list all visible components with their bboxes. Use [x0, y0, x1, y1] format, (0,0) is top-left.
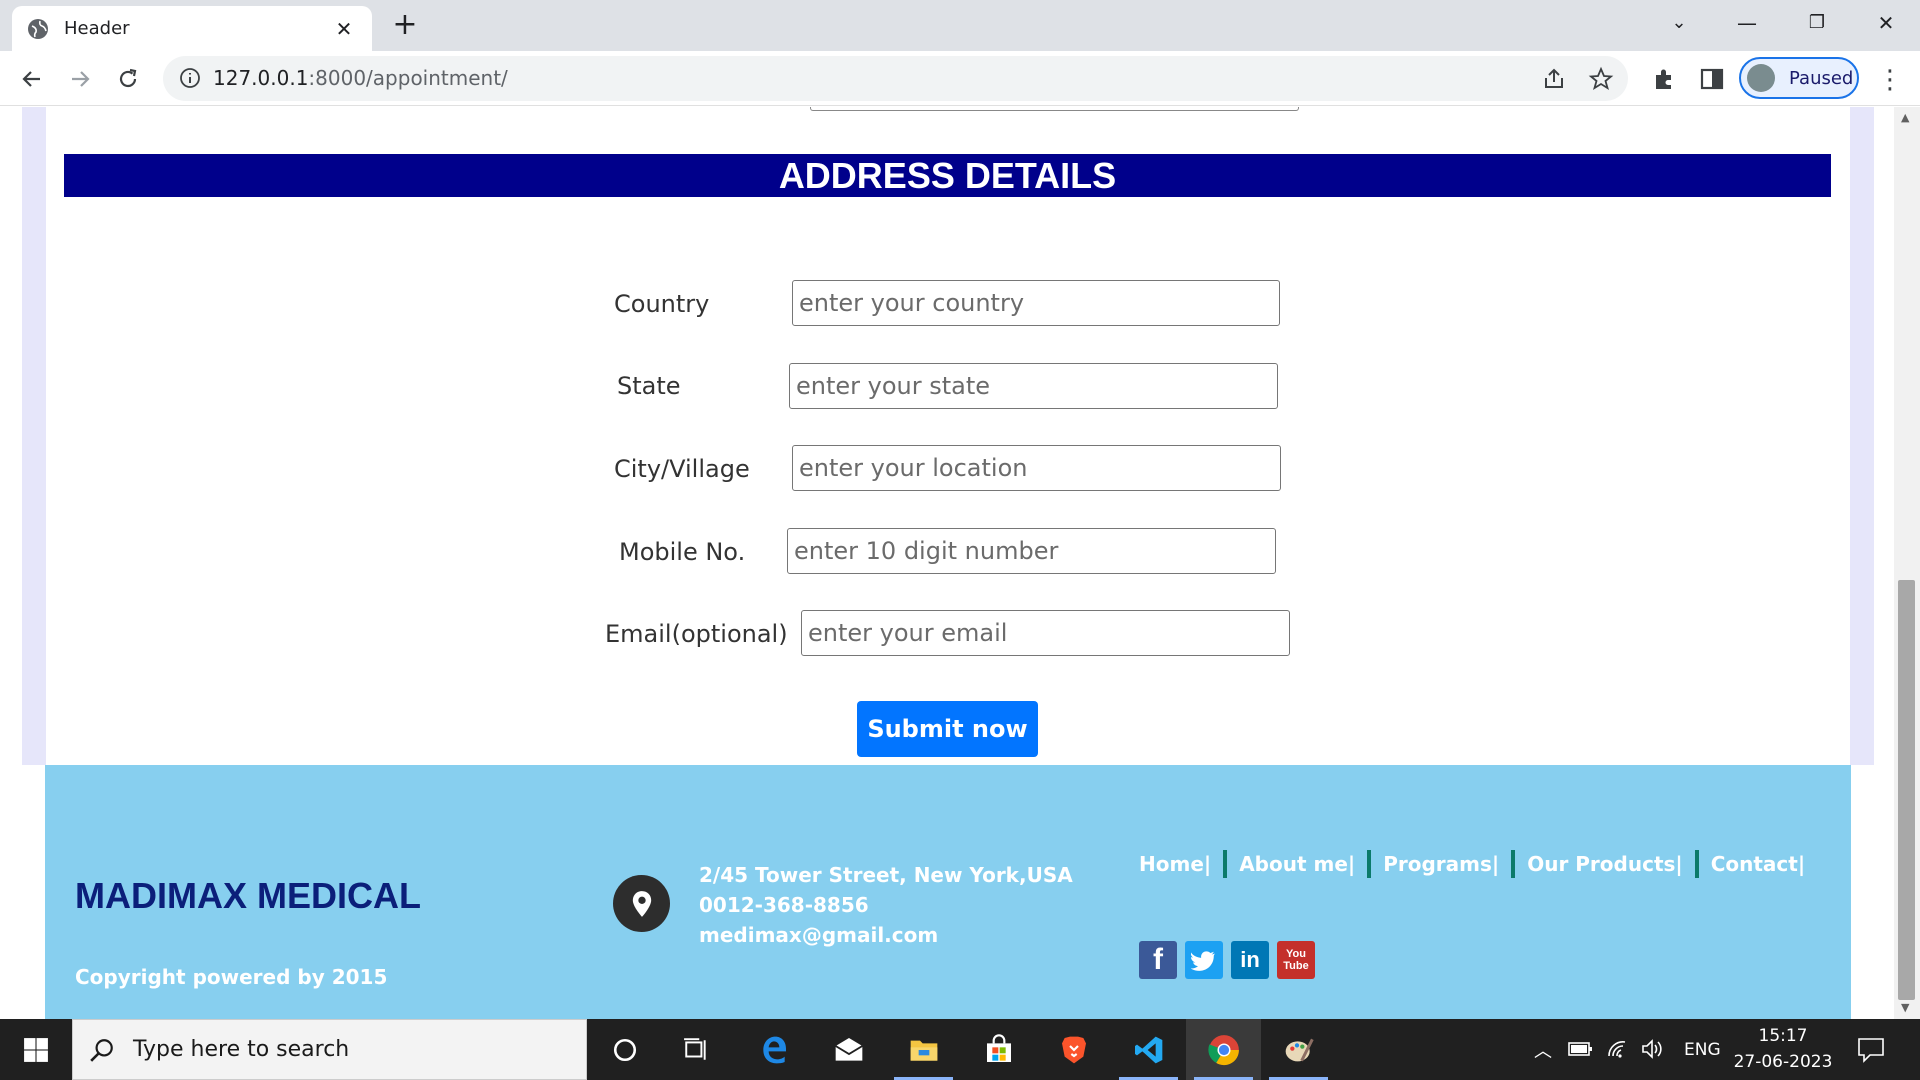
restore-icon[interactable]: ❐ [1792, 6, 1842, 40]
browser-tab-bar: Header ✕ + ⌄ — ❐ ✕ [0, 0, 1920, 51]
volume-icon[interactable] [1640, 1037, 1666, 1061]
footer-phone: 0012-368-8856 [699, 893, 869, 917]
facebook-icon[interactable]: f [1139, 941, 1177, 979]
browser-menu-icon[interactable]: ⋮ [1877, 65, 1903, 95]
scroll-up-icon[interactable]: ▲ [1901, 111, 1909, 124]
site-info-icon[interactable] [179, 67, 201, 89]
taskbar-search-placeholder: Type here to search [133, 1037, 350, 1062]
city-label: City/Village [614, 455, 750, 483]
back-icon[interactable] [14, 61, 50, 97]
mail-icon[interactable] [811, 1019, 886, 1080]
footer-brand: MADIMAX MEDICAL [75, 875, 421, 916]
clock-time: 15:17 [1758, 1026, 1808, 1046]
windows-start-icon[interactable] [0, 1019, 72, 1080]
new-tab-icon[interactable]: + [392, 8, 418, 42]
footer-link-divider [1223, 850, 1228, 878]
state-input[interactable] [789, 363, 1278, 409]
notifications-icon[interactable] [1856, 1036, 1886, 1064]
close-tab-icon[interactable]: ✕ [332, 17, 356, 41]
taskbar-search[interactable]: Type here to search [72, 1019, 587, 1080]
twitter-icon[interactable] [1185, 941, 1223, 979]
email-label: Email(optional) [605, 620, 788, 648]
page-viewport: ADDRESS DETAILS Country State City/Villa… [0, 107, 1894, 1019]
city-input[interactable] [792, 445, 1281, 491]
paint-icon[interactable] [1261, 1019, 1336, 1080]
vscode-icon[interactable] [1111, 1019, 1186, 1080]
windows-taskbar: Type here to search ︿ ENG 15:17 27-06-20… [0, 1019, 1920, 1080]
footer-email[interactable]: medimax@gmail.com [699, 923, 938, 947]
scroll-thumb[interactable] [1898, 580, 1915, 1000]
footer-link-programs[interactable]: Programs| [1383, 852, 1499, 876]
url-text: 127.0.0.1:8000/appointment/ [213, 66, 508, 90]
submit-button[interactable]: Submit now [857, 701, 1038, 757]
reload-icon[interactable] [110, 61, 146, 97]
country-label: Country [614, 290, 710, 318]
site-footer: MADIMAX MEDICAL Copyright powered by 201… [45, 765, 1851, 1019]
state-label: State [617, 372, 681, 400]
extensions-icon[interactable] [1650, 65, 1678, 93]
close-window-icon[interactable]: ✕ [1861, 6, 1911, 40]
form-card [46, 107, 1850, 765]
avatar [1747, 64, 1775, 92]
footer-link-divider [1367, 850, 1372, 878]
footer-link-home[interactable]: Home| [1139, 852, 1211, 876]
forward-icon[interactable] [62, 61, 98, 97]
footer-link-divider [1511, 850, 1516, 878]
clock-date: 27-06-2023 [1733, 1052, 1833, 1072]
bookmark-star-icon[interactable] [1588, 66, 1614, 92]
browser-toolbar: 127.0.0.1:8000/appointment/ Paused ⋮ [0, 51, 1920, 106]
email-input[interactable] [801, 610, 1290, 656]
location-pin-icon [613, 875, 670, 932]
mobile-input[interactable] [787, 528, 1276, 574]
footer-address: 2/45 Tower Street, New York,USA [699, 863, 1073, 887]
tab-search-chevron-icon[interactable]: ⌄ [1654, 6, 1704, 40]
tab-title: Header [64, 18, 130, 39]
profile-status: Paused [1789, 67, 1854, 89]
linkedin-icon[interactable]: in [1231, 941, 1269, 979]
taskbar-clock[interactable]: 15:17 27-06-2023 [1733, 1023, 1833, 1075]
edge-browser-icon[interactable] [736, 1019, 811, 1080]
page-scrollbar[interactable]: ▲ ▼ [1894, 107, 1920, 1019]
globe-icon [28, 18, 48, 39]
side-panel-icon[interactable] [1698, 65, 1726, 93]
country-input[interactable] [792, 280, 1280, 326]
browser-tab[interactable]: Header ✕ [12, 6, 372, 51]
footer-link-about[interactable]: About me| [1239, 852, 1355, 876]
cortana-icon[interactable] [587, 1019, 662, 1080]
minimize-icon[interactable]: — [1722, 6, 1772, 40]
footer-copyright: Copyright powered by 2015 [75, 965, 388, 989]
profile-button[interactable]: Paused [1739, 57, 1859, 99]
search-icon [90, 1038, 113, 1062]
share-icon[interactable] [1541, 66, 1567, 92]
previous-input-edge [810, 107, 1299, 111]
brave-browser-icon[interactable] [1036, 1019, 1111, 1080]
mobile-label: Mobile No. [619, 538, 746, 566]
task-view-icon[interactable] [658, 1019, 733, 1080]
footer-nav: Home| About me| Programs| Our Products| … [1139, 850, 1805, 878]
language-indicator[interactable]: ENG [1684, 1019, 1721, 1080]
scroll-down-icon[interactable]: ▼ [1901, 1001, 1909, 1014]
section-title: ADDRESS DETAILS [64, 154, 1831, 197]
footer-link-divider [1694, 850, 1699, 878]
footer-link-contact[interactable]: Contact| [1711, 852, 1805, 876]
footer-link-products[interactable]: Our Products| [1527, 852, 1683, 876]
wifi-icon[interactable] [1606, 1037, 1632, 1061]
file-explorer-icon[interactable] [886, 1019, 961, 1080]
microsoft-store-icon[interactable] [961, 1019, 1036, 1080]
chrome-icon[interactable] [1186, 1019, 1261, 1080]
battery-icon[interactable] [1568, 1039, 1594, 1059]
show-hidden-icons-icon[interactable]: ︿ [1534, 1019, 1552, 1080]
address-bar[interactable]: 127.0.0.1:8000/appointment/ [163, 56, 1628, 101]
youtube-icon[interactable]: You Tube [1277, 941, 1315, 979]
